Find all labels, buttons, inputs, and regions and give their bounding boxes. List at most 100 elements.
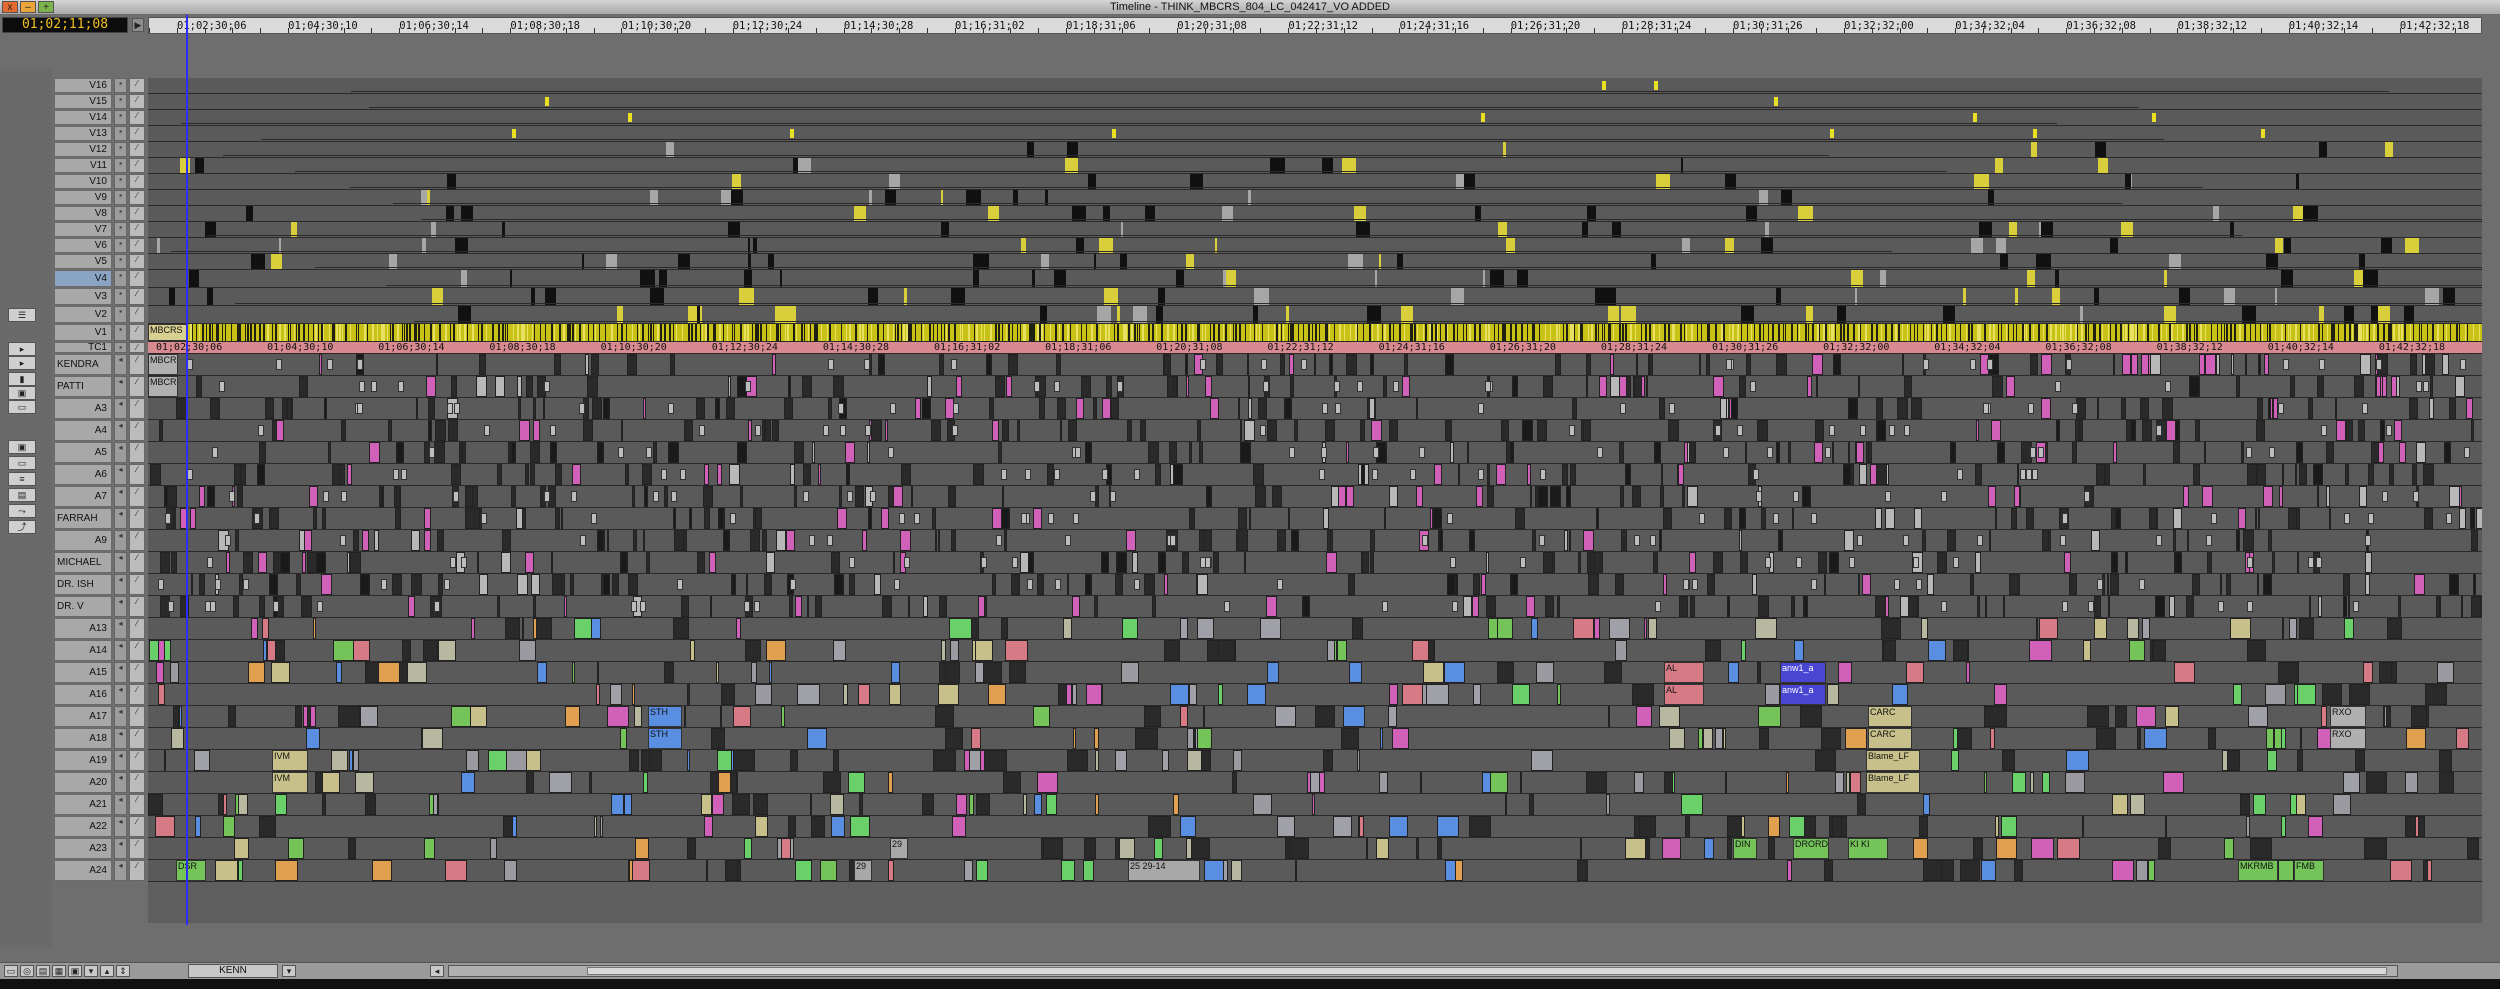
timeline-track-v4[interactable] xyxy=(148,270,2482,288)
audio-clip[interactable] xyxy=(1199,442,1203,463)
audio-clip[interactable] xyxy=(519,420,530,441)
audio-clip[interactable] xyxy=(1876,464,1887,485)
audio-clip[interactable] xyxy=(2202,486,2213,507)
audio-clip[interactable] xyxy=(479,354,486,375)
audio-clip[interactable] xyxy=(301,596,312,617)
audio-clip[interactable] xyxy=(275,860,298,881)
timeline-track-a15[interactable]: anw1_a AL xyxy=(148,662,2482,684)
audio-clip[interactable] xyxy=(2365,574,2370,595)
sync-lock-icon[interactable]: ⤳ xyxy=(8,504,36,518)
audio-clip[interactable] xyxy=(603,530,605,551)
audio-clip[interactable] xyxy=(1950,442,1956,463)
audio-clip[interactable] xyxy=(1960,860,1980,881)
audio-clip[interactable] xyxy=(646,552,650,573)
audio-clip[interactable] xyxy=(893,552,895,573)
audio-clip[interactable] xyxy=(1526,596,1535,617)
audio-clip[interactable] xyxy=(938,530,940,551)
track-sync-lock-icon[interactable]: ⁄ xyxy=(129,728,145,749)
zoom-in-icon[interactable]: ⇕ xyxy=(116,965,130,977)
audio-clip[interactable] xyxy=(1445,420,1452,441)
audio-clip[interactable] xyxy=(846,464,850,485)
audio-clip[interactable] xyxy=(1291,530,1299,551)
audio-clip[interactable] xyxy=(1140,420,1146,441)
audio-clip[interactable] xyxy=(396,486,400,507)
audio-clip[interactable] xyxy=(858,684,870,705)
audio-clip[interactable] xyxy=(2278,662,2299,683)
audio-clip[interactable] xyxy=(196,376,202,397)
audio-clip[interactable] xyxy=(1807,376,1812,397)
audio-clip[interactable] xyxy=(833,376,844,397)
audio-clip[interactable] xyxy=(2236,530,2240,551)
track-sync-lock-icon[interactable]: ⁄ xyxy=(129,376,145,397)
audio-clip[interactable] xyxy=(2158,838,2171,859)
track-monitor-icon[interactable]: ◂ xyxy=(114,618,127,639)
audio-clip[interactable] xyxy=(526,772,534,793)
audio-clip[interactable] xyxy=(594,816,597,837)
audio-clip[interactable] xyxy=(1586,772,1607,793)
video-quality-icon[interactable]: ◎ xyxy=(20,965,34,977)
audio-clip[interactable] xyxy=(2300,728,2302,749)
audio-clip[interactable] xyxy=(2396,376,2400,397)
audio-clip[interactable] xyxy=(269,508,279,529)
track-monitor-icon[interactable]: ▪ xyxy=(114,254,127,269)
audio-clip[interactable] xyxy=(1310,772,1320,793)
audio-clip[interactable] xyxy=(1346,354,1357,375)
audio-clip[interactable] xyxy=(2187,530,2189,551)
audio-clip[interactable] xyxy=(2427,860,2432,881)
track-sync-lock-icon[interactable]: ⁄ xyxy=(129,222,145,237)
audio-clip[interactable] xyxy=(1497,618,1513,639)
audio-clip[interactable] xyxy=(171,728,184,749)
track-monitor-icon[interactable]: ◂ xyxy=(114,838,127,859)
audio-clip[interactable] xyxy=(2309,596,2311,617)
audio-clip[interactable] xyxy=(956,376,962,397)
audio-clip[interactable] xyxy=(1116,552,1127,573)
video-clip[interactable] xyxy=(2284,238,2291,253)
video-clip[interactable] xyxy=(512,129,516,138)
audio-clip[interactable] xyxy=(302,552,306,573)
audio-clip[interactable] xyxy=(2346,420,2353,441)
track-sync-lock-icon[interactable]: ⁄ xyxy=(129,206,145,221)
audio-clip[interactable] xyxy=(1180,706,1188,727)
ruler-menu-arrow-icon[interactable]: ▶ xyxy=(132,18,144,32)
audio-clip[interactable] xyxy=(1857,794,1866,815)
audio-clip[interactable] xyxy=(160,552,170,573)
audio-clip[interactable] xyxy=(1020,552,1029,573)
track-name-button[interactable]: A24 xyxy=(54,860,112,881)
audio-clip[interactable] xyxy=(1428,640,1434,661)
audio-clip[interactable] xyxy=(933,750,956,771)
audio-clip[interactable] xyxy=(1039,398,1045,419)
audio-clip[interactable] xyxy=(1037,574,1044,595)
audio-clip[interactable] xyxy=(504,860,517,881)
audio-clip[interactable] xyxy=(2042,772,2050,793)
audio-clip[interactable] xyxy=(2389,464,2394,485)
timeline-track-a18[interactable]: CARC STH RXO xyxy=(148,728,2482,750)
audio-clip[interactable] xyxy=(2425,354,2435,375)
track-name-button[interactable]: V9 xyxy=(54,190,112,205)
audio-clip[interactable] xyxy=(1369,398,1375,419)
audio-clip[interactable] xyxy=(1804,816,1816,837)
track-monitor-icon[interactable]: ◂ xyxy=(114,860,127,881)
audio-clip[interactable] xyxy=(1768,816,1780,837)
audio-clip[interactable] xyxy=(1606,794,1610,815)
audio-clip[interactable] xyxy=(2082,816,2084,837)
video-clip[interactable] xyxy=(790,129,794,138)
audio-clip[interactable] xyxy=(1927,574,1934,595)
audio-clip[interactable] xyxy=(1973,838,1983,859)
audio-clip[interactable] xyxy=(730,772,737,793)
audio-clip[interactable] xyxy=(1180,618,1188,639)
audio-clip[interactable] xyxy=(1204,530,1212,551)
audio-clip[interactable] xyxy=(689,508,692,529)
audio-clip[interactable] xyxy=(1034,794,1042,815)
track-monitor-icon[interactable]: ◂ xyxy=(114,464,127,485)
audio-clip[interactable] xyxy=(684,706,686,727)
audio-clip[interactable] xyxy=(2257,574,2259,595)
audio-clip[interactable] xyxy=(543,398,545,419)
audio-clip[interactable] xyxy=(2387,618,2402,639)
audio-clip[interactable] xyxy=(2064,552,2071,573)
audio-clip[interactable] xyxy=(472,486,478,507)
audio-clip[interactable] xyxy=(643,398,646,419)
audio-clip[interactable] xyxy=(1043,838,1063,859)
track-name-button[interactable]: DR. ISH xyxy=(54,574,112,595)
audio-clip[interactable] xyxy=(845,442,855,463)
video-clip[interactable] xyxy=(251,254,265,269)
